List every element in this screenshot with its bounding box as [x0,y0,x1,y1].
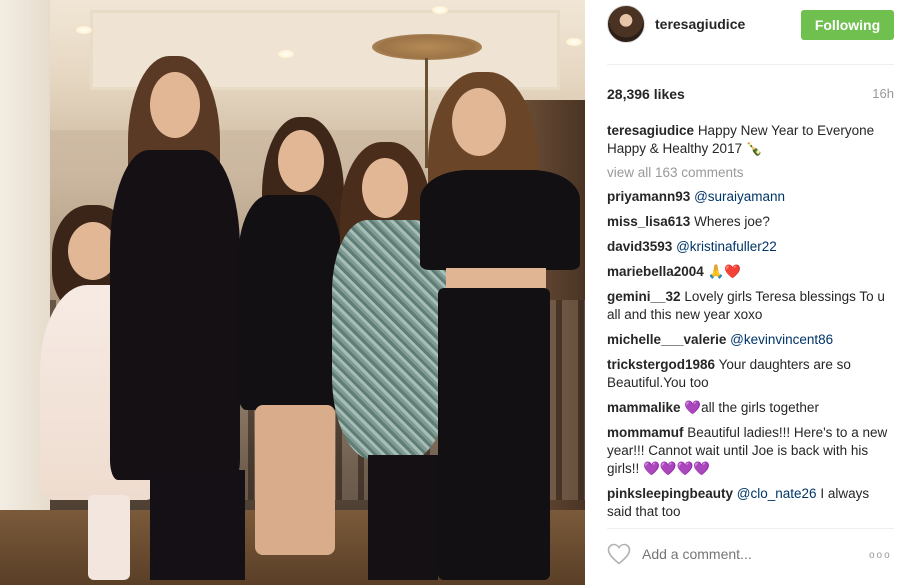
comment-row: miss_lisa613 Wheres joe? [607,213,894,231]
add-comment-input[interactable] [642,544,842,564]
view-all-comments-link[interactable]: view all 163 comments [607,164,894,182]
heart-icon[interactable] [607,543,631,565]
comment-mention[interactable]: @kevinvincent86 [730,332,833,347]
recessed-light [76,26,92,34]
comment-row: trickstergod1986 Your daughters are so B… [607,356,894,392]
divider [607,528,894,529]
avatar[interactable] [607,5,645,43]
post-sidebar: teresagiudice Following 28,396 likes 16h… [585,0,910,585]
comment-username[interactable]: mammalike [607,400,681,415]
comment-username[interactable]: gemini__32 [607,289,681,304]
comment-row: gemini__32 Lovely girls Teresa blessings… [607,288,894,324]
comment-row: david3593 @kristinafuller22 [607,238,894,256]
comment-mention[interactable]: @suraiyamann [694,189,785,204]
comment-username[interactable]: priyamann93 [607,189,690,204]
comment-row: pinksleepingbeauty @clo_nate26 I always … [607,485,894,521]
post-header: teresagiudice Following [585,0,910,60]
post-time[interactable]: 16h [872,86,894,101]
comment-row: mariebella2004 🙏❤️ [607,263,894,281]
wall-column [0,0,50,585]
comment-text: 💜all the girls together [684,400,819,415]
chandelier-medallion [372,34,482,60]
recessed-light [432,6,448,14]
comment-bar: ooo [585,530,910,585]
following-button[interactable]: Following [801,10,894,40]
comment-mention[interactable]: @kristinafuller22 [676,239,777,254]
likes-count[interactable]: 28,396 likes [607,86,685,102]
comment-row: mammalike 💜all the girls together [607,399,894,417]
comment-row: priyamann93 @suraiyamann [607,188,894,206]
comment-row: michelle___valerie @kevinvincent86 [607,331,894,349]
comment-list[interactable]: teresagiudice Happy New Year to Everyone… [607,122,894,522]
comment-mention[interactable]: @clo_nate26 [737,486,817,501]
comment-username[interactable]: mommamuf [607,425,684,440]
post-photo[interactable] [0,0,585,585]
more-options-icon[interactable]: ooo [869,550,892,561]
header-username[interactable]: teresagiudice [655,16,745,32]
comment-username[interactable]: miss_lisa613 [607,214,690,229]
comment-text: Wheres joe? [694,214,770,229]
comment-text: 🙏❤️ [707,264,742,279]
comment-username[interactable]: trickstergod1986 [607,357,715,372]
divider [607,64,894,65]
caption: teresagiudice Happy New Year to Everyone… [607,122,894,158]
comment-username[interactable]: michelle___valerie [607,332,726,347]
comment-username[interactable]: mariebella2004 [607,264,704,279]
comment-username[interactable]: david3593 [607,239,672,254]
comment-row: mommamuf Beautiful ladies!!! Here's to a… [607,424,894,478]
comment-username[interactable]: pinksleepingbeauty [607,486,733,501]
caption-username[interactable]: teresagiudice [607,123,694,138]
recessed-light [278,50,294,58]
recessed-light [566,38,582,46]
